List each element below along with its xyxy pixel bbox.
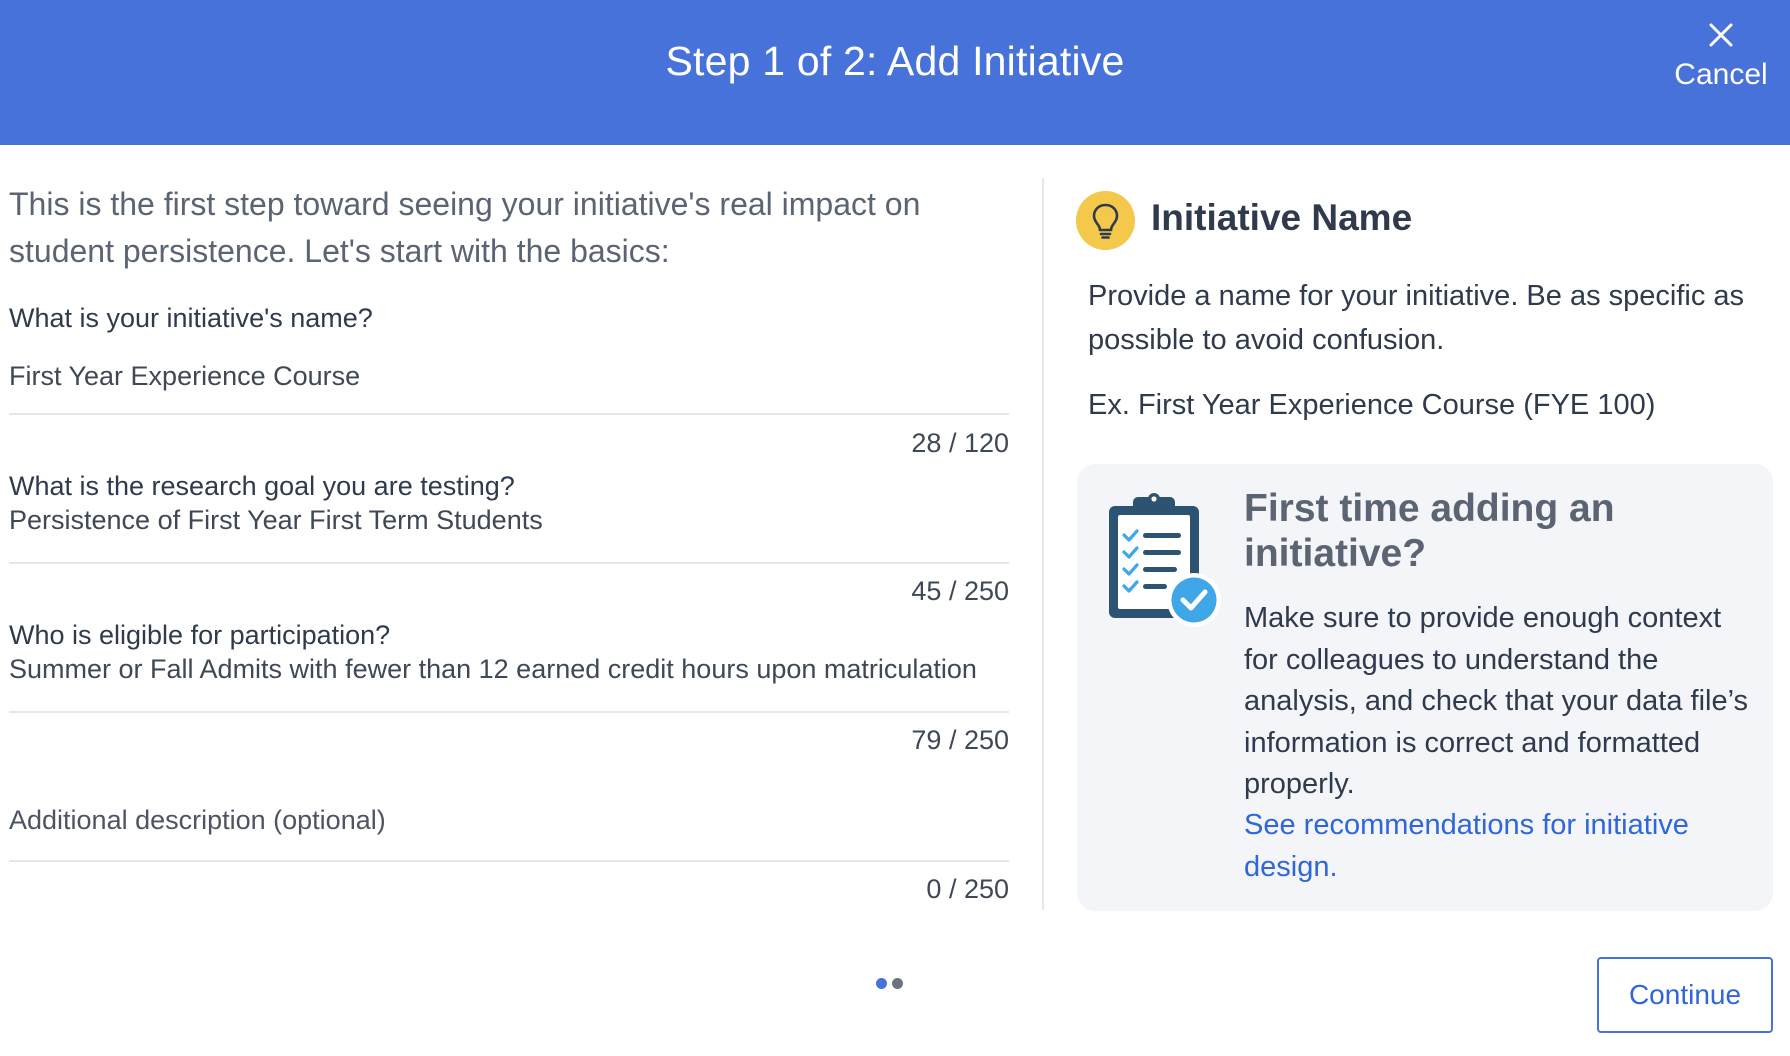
form-intro: This is the first step toward seeing you… xyxy=(9,186,921,269)
modal-title: Step 1 of 2: Add Initiative xyxy=(665,38,1125,84)
modal-header: Step 1 of 2: Add Initiative Cancel xyxy=(0,0,1790,145)
field-underline xyxy=(9,860,1009,862)
recommendations-link[interactable]: See recommendations for initiative desig… xyxy=(1244,805,1754,888)
field-underline xyxy=(9,413,1009,415)
help-title: Initiative Name xyxy=(1151,197,1413,238)
first-time-tip-card: First time adding an initiative? Make su… xyxy=(1077,464,1773,911)
tip-body: Make sure to provide enough context for … xyxy=(1244,602,1749,800)
field-value[interactable]: Summer or Fall Admits with fewer than 12… xyxy=(9,654,977,685)
character-counter: 45 / 250 xyxy=(911,576,1009,606)
character-counter: 79 / 250 xyxy=(911,725,1009,755)
field-placeholder[interactable]: Additional description (optional) xyxy=(9,805,386,836)
cancel-button[interactable]: Cancel xyxy=(1666,22,1776,92)
field-label: What is the research goal you are testin… xyxy=(9,471,515,501)
character-counter: 0 / 250 xyxy=(926,874,1009,904)
field-value[interactable]: Persistence of First Year First Term Stu… xyxy=(9,505,543,536)
field-label: Who is eligible for participation? xyxy=(9,620,391,650)
column-divider xyxy=(1042,178,1044,910)
close-icon xyxy=(1709,23,1733,47)
character-counter: 28 / 120 xyxy=(911,428,1009,458)
help-body: Provide a name for your initiative. Be a… xyxy=(1088,280,1745,356)
step-dot xyxy=(892,978,903,989)
lightbulb-icon xyxy=(1076,191,1135,250)
field-value[interactable]: First Year Experience Course xyxy=(9,361,360,392)
field-label: What is your initiative's name? xyxy=(9,303,373,333)
field-underline xyxy=(9,562,1009,564)
field-underline xyxy=(9,711,1009,713)
cancel-label: Cancel xyxy=(1674,58,1768,91)
continue-button[interactable]: Continue xyxy=(1597,957,1773,1033)
clipboard-checklist-icon xyxy=(1109,493,1221,627)
step-dot-active xyxy=(876,978,887,989)
help-example: Ex. First Year Experience Course (FYE 10… xyxy=(1088,389,1656,421)
tip-title: First time adding an initiative? xyxy=(1244,487,1615,575)
step-indicator xyxy=(876,978,904,990)
